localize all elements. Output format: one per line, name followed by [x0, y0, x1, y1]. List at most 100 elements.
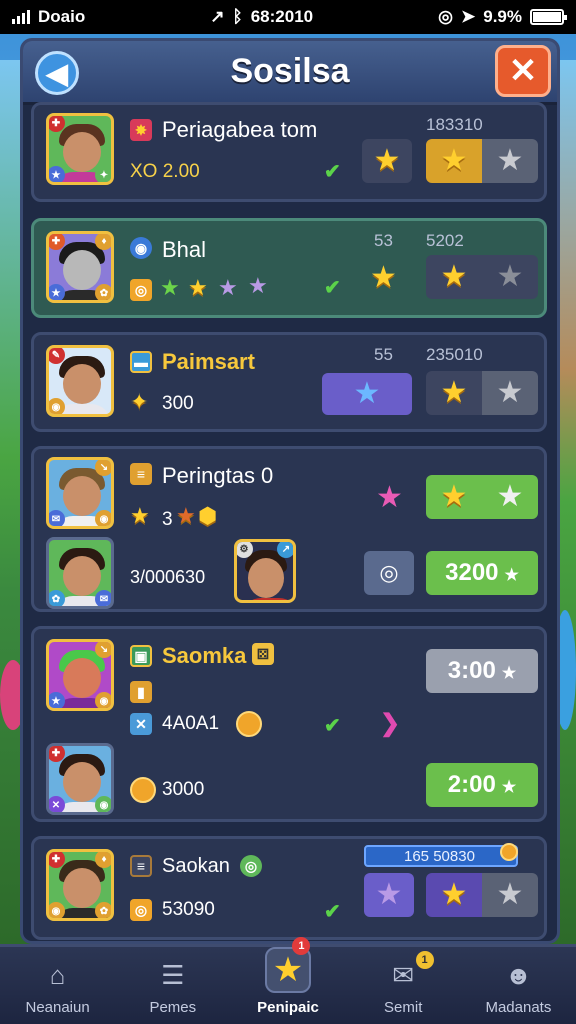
alarm-icon: ◎ [438, 7, 453, 26]
coin-icon: ◎ [130, 899, 152, 921]
badge-icon: ♦ [95, 234, 111, 250]
panel-header: ◀ Sosilsa ✕ [23, 41, 557, 105]
item-name: Bhal [162, 237, 207, 262]
buy-button[interactable]: 2:00 ★ [426, 763, 538, 807]
badge-icon: ✕ [49, 796, 65, 812]
star-button[interactable]: ★ [362, 139, 412, 183]
star-button[interactable]: ★ [322, 373, 412, 415]
price-label: 3200 [445, 559, 499, 586]
close-button[interactable]: ✕ [495, 45, 551, 97]
nav-label: Penipaic [257, 999, 319, 1016]
back-button[interactable]: ◀ [35, 51, 79, 95]
star-icon: ★ [496, 144, 524, 177]
nav-item-active[interactable]: ★ 1 Penipaic [230, 937, 345, 1024]
progress-label: 165 50830 [404, 847, 475, 865]
buy-button[interactable]: 3200 ★ [426, 551, 538, 595]
avatar: ✚ ★ ✦ [46, 113, 114, 185]
badge-icon: ◉ [95, 692, 111, 708]
badge-icon: ★ [49, 284, 65, 300]
item-name: Paimsart [162, 349, 255, 374]
battery-icon [529, 9, 567, 25]
badge-icon: ◉ [49, 398, 65, 414]
list-item[interactable]: ✚ ♦ ◉ ✿ ≡ Saokan ◎ ◎ 53090 165 50830 ✔ ★… [31, 836, 547, 940]
item-star-count: 3 [162, 509, 173, 530]
star-toggle[interactable]: ★ ★ [426, 475, 538, 519]
avatar: ✚ ✕ ◉ [46, 743, 114, 815]
badge-icon: ✉ [49, 510, 65, 526]
star-toggle[interactable]: ★ ★ [426, 139, 538, 183]
badge-icon: ↘ [95, 642, 111, 658]
item-name: Saomka [162, 643, 247, 668]
star-icon: ★ [440, 480, 468, 513]
star-icon: ✦ [130, 389, 149, 414]
badge-icon: ★ [49, 692, 65, 708]
check-icon: ✔ [324, 277, 341, 299]
badge-icon: ✚ [49, 746, 65, 762]
nav-item-users[interactable]: ☰ Pemes [115, 947, 230, 1024]
badge-icon: ✿ [95, 902, 111, 918]
list-item[interactable]: ↘ ✉ ◉ ✿ ✉ ≡ Peringtas 0 ★ 3 ★ ⬢ 3/000630… [31, 446, 547, 612]
signal-icon [12, 10, 30, 24]
price-label: 2:00 [447, 771, 496, 798]
list-item[interactable]: ✎ ◉ ▬ Paimsart ✦ 300 55 235010 ★ ★ ★ [31, 332, 547, 432]
document-icon: ≡ [130, 463, 152, 485]
item-sub: 53090 [162, 899, 215, 920]
item-sub: 300 [162, 393, 194, 414]
users-icon: ☰ [161, 959, 185, 990]
star-icon: ★ [440, 376, 468, 409]
star-toggle[interactable]: ★ ★ [426, 371, 538, 415]
coin-icon [236, 711, 262, 737]
nav-item-home[interactable]: ⌂ Neanaiun [0, 947, 115, 1024]
star-icon: ★ [501, 665, 517, 682]
star-button[interactable]: ★ [364, 873, 414, 917]
item-count-a: 55 [374, 345, 393, 364]
star-icon: ★ [504, 567, 519, 584]
coin-icon [130, 777, 156, 803]
avatar: ✿ ✉ [46, 537, 114, 609]
badge-icon: ⚙ [237, 542, 253, 558]
page-title: Sosilsa [230, 52, 350, 90]
token-icon: ◎ [240, 855, 262, 877]
buy-button[interactable]: 3:00 ★ [426, 649, 538, 693]
star-icon: ★ [375, 878, 403, 911]
badge-icon: ★ [49, 166, 65, 182]
nav-label: Semit [384, 999, 423, 1016]
star-icon: ★ [496, 480, 524, 513]
refresh-button[interactable]: ◎ [364, 551, 414, 595]
nav-label: Madanats [485, 999, 552, 1016]
refresh-icon: ◎ [379, 560, 399, 585]
badge-icon: ✿ [49, 590, 65, 606]
home-icon: ⌂ [49, 959, 66, 990]
item-count-b: 5202 [426, 231, 464, 250]
badge-icon: ↘ [95, 460, 111, 476]
main-panel: ◀ Sosilsa ✕ ✚ ★ ✦ ✸ Periagabea tom XO 2.… [20, 38, 560, 944]
item-name: Saokan [162, 855, 230, 877]
nav-item-profile[interactable]: ☻ Madanats [461, 947, 576, 1024]
chest-icon: ≡ [130, 855, 152, 877]
star-toggle[interactable]: ★ ★ [426, 873, 538, 917]
star-icon: ★ [218, 275, 238, 300]
badge-icon: ◉ [49, 902, 65, 918]
star-icon: ★ [496, 878, 524, 911]
badge-icon: ✿ [95, 284, 111, 300]
star-icon: ★ [496, 260, 524, 293]
coin-icon [500, 843, 518, 861]
badge-icon: ✉ [95, 590, 111, 606]
list-item[interactable]: ↘ ★ ◉ ✚ ✕ ◉ ▣ Saomka ⚄ ▮ ✕ 4A0A1 ✔ ❯ 300… [31, 626, 547, 822]
status-bar: Doaio ↗ ᛒ 68:2010 ◎ ➤ 9.9% [0, 0, 576, 34]
card-icon: ▣ [130, 645, 152, 667]
battery-percent: 9.9% [483, 7, 522, 26]
list-item[interactable]: ✚ ♦ ★ ✿ ◉ Bhal ◎ ★ ★ ★ ★ 53 5202 ✔ ★ ★ ★ [31, 218, 547, 318]
list-item[interactable]: ✚ ★ ✦ ✸ Periagabea tom XO 2.00 183310 ✔ … [31, 102, 547, 202]
avatar: ✎ ◉ [46, 345, 114, 417]
star-toggle[interactable]: ★ ★ [426, 255, 538, 299]
progress-bar: 165 50830 [364, 845, 518, 867]
nav-item-mail[interactable]: ✉ 1 Semit [346, 947, 461, 1024]
close-icon: ✕ [508, 52, 538, 90]
price-label: 3:00 [447, 657, 496, 684]
star-icon: ★ [501, 779, 517, 796]
avatar: ✚ ♦ ◉ ✿ [46, 849, 114, 921]
badge-icon: ✎ [49, 348, 65, 364]
dice-icon: ⚄ [252, 643, 274, 665]
item-sub: 4A0A1 [162, 713, 220, 734]
